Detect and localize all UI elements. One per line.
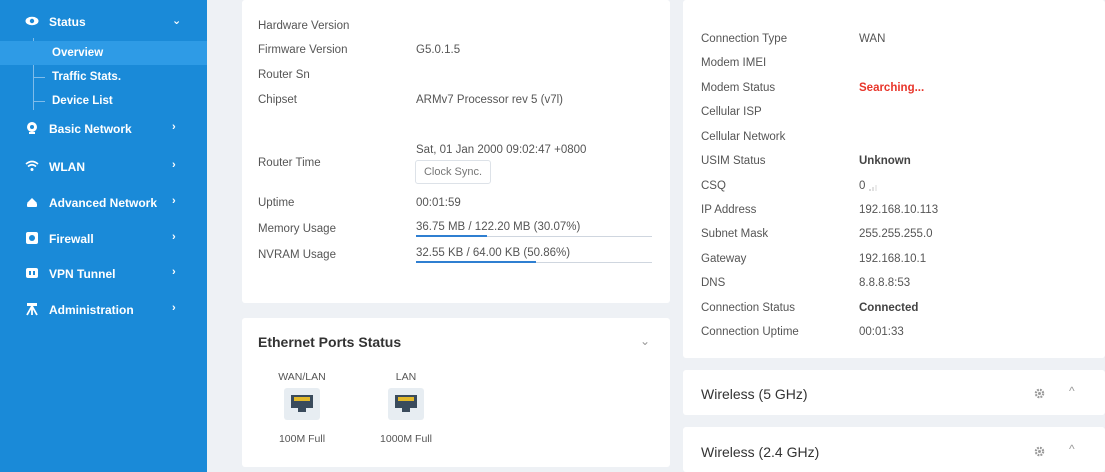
shield-icon bbox=[26, 232, 38, 244]
port-name: WAN/LAN bbox=[278, 371, 326, 383]
nav-item-administration[interactable]: Administration › bbox=[0, 298, 207, 322]
chevron-up-icon[interactable]: ^ bbox=[1069, 384, 1075, 398]
chevron-right-icon: › bbox=[172, 195, 176, 207]
subnet-mask-label: Subnet Mask bbox=[701, 228, 769, 240]
nav-item-label: Advanced Network bbox=[49, 196, 158, 210]
chevron-down-icon: ⌄ bbox=[172, 15, 182, 27]
chevron-right-icon: › bbox=[172, 121, 176, 133]
sub-item-label: Traffic Stats. bbox=[52, 71, 122, 83]
ethernet-ports-title: Ethernet Ports Status bbox=[258, 334, 402, 350]
wifi-icon bbox=[25, 160, 39, 171]
wireless-5ghz-title: Wireless (5 GHz) bbox=[701, 386, 808, 402]
nav-item-label: Status bbox=[49, 15, 86, 29]
signal-icon bbox=[869, 185, 877, 191]
nav-item-label: Firewall bbox=[49, 232, 94, 246]
modem-status-value: Searching... bbox=[859, 82, 925, 94]
gear-icon[interactable] bbox=[1034, 446, 1045, 457]
dns-value: 8.8.8.8:53 bbox=[859, 277, 911, 289]
nav-item-firewall[interactable]: Firewall › bbox=[0, 227, 207, 251]
nav-item-advanced-network[interactable]: Advanced Network › bbox=[0, 191, 207, 215]
uptime-value: 00:01:59 bbox=[416, 197, 461, 209]
modem-status-card: Connection Type WAN Modem IMEI Modem Sta… bbox=[683, 0, 1105, 358]
nvram-usage-fill bbox=[416, 261, 537, 263]
wireless-24ghz-title: Wireless (2.4 GHz) bbox=[701, 444, 820, 460]
port-speed: 100M Full bbox=[278, 433, 326, 445]
hardware-version-label: Hardware Version bbox=[258, 20, 350, 32]
cellular-network-label: Cellular Network bbox=[701, 131, 786, 143]
csq-value: 0 bbox=[859, 180, 866, 192]
memory-usage-value: 36.75 MB / 122.20 MB (30.07%) bbox=[416, 221, 581, 233]
nav-item-label: Administration bbox=[49, 303, 134, 317]
sub-item-label: Overview bbox=[52, 47, 104, 59]
nav-item-label: VPN Tunnel bbox=[49, 267, 116, 281]
modem-status-label: Modem Status bbox=[701, 82, 776, 94]
memory-usage-fill bbox=[416, 235, 487, 237]
subnet-mask-value: 255.255.255.0 bbox=[859, 228, 933, 240]
nvram-usage-value: 32.55 KB / 64.00 KB (50.86%) bbox=[416, 247, 571, 259]
connection-uptime-value: 00:01:33 bbox=[859, 326, 904, 338]
chevron-right-icon: › bbox=[172, 159, 176, 171]
ethernet-port-icon bbox=[284, 388, 320, 420]
globe-icon bbox=[27, 122, 37, 134]
nav-item-basic-network[interactable]: Basic Network › bbox=[0, 117, 207, 141]
gear-icon[interactable] bbox=[1034, 388, 1045, 399]
uptime-label: Uptime bbox=[258, 197, 295, 209]
usim-status-label: USIM Status bbox=[701, 155, 766, 167]
dns-label: DNS bbox=[701, 277, 726, 289]
nav-item-wlan[interactable]: WLAN › bbox=[0, 155, 207, 179]
csq-label: CSQ bbox=[701, 180, 726, 192]
connection-status-label: Connection Status bbox=[701, 302, 795, 314]
firmware-version-label: Firmware Version bbox=[258, 44, 348, 56]
memory-usage-label: Memory Usage bbox=[258, 223, 336, 235]
chevron-right-icon: › bbox=[172, 302, 176, 314]
connection-type-label: Connection Type bbox=[701, 33, 788, 45]
sidebar: Status ⌄ Overview Traffic Stats. Device … bbox=[0, 0, 207, 472]
usim-status-value: Unknown bbox=[859, 155, 911, 167]
connection-status-value: Connected bbox=[859, 302, 919, 314]
clock-sync-button[interactable]: Clock Sync. bbox=[415, 160, 491, 184]
nav-item-status[interactable]: Status ⌄ bbox=[0, 10, 207, 34]
chipset-value: ARMv7 Processor rev 5 (v7l) bbox=[416, 94, 563, 106]
port-speed: 1000M Full bbox=[380, 433, 432, 445]
nav-item-label: Basic Network bbox=[49, 122, 132, 136]
eye-icon bbox=[25, 16, 39, 26]
sub-item-device-list[interactable]: Device List bbox=[0, 89, 207, 113]
chevron-down-icon[interactable]: ⌄ bbox=[640, 334, 650, 348]
ip-address-label: IP Address bbox=[701, 204, 757, 216]
chevron-up-icon[interactable]: ^ bbox=[1069, 442, 1075, 456]
nvram-usage-label: NVRAM Usage bbox=[258, 249, 336, 261]
ip-address-value: 192.168.10.113 bbox=[859, 204, 939, 216]
cellular-isp-label: Cellular ISP bbox=[701, 106, 762, 118]
chipset-label: Chipset bbox=[258, 94, 297, 106]
chevron-right-icon: › bbox=[172, 231, 176, 243]
system-info-card: Hardware Version Firmware Version G5.0.1… bbox=[242, 0, 670, 303]
wireless-5ghz-card: Wireless (5 GHz) ^ bbox=[683, 370, 1105, 415]
port-name: LAN bbox=[395, 371, 417, 383]
vpn-icon bbox=[26, 268, 38, 278]
connection-type-value: WAN bbox=[859, 33, 886, 45]
cloud-icon bbox=[27, 198, 37, 207]
sub-item-traffic-stats[interactable]: Traffic Stats. bbox=[0, 65, 207, 89]
router-time-value: Sat, 01 Jan 2000 09:02:47 +0800 bbox=[416, 144, 587, 156]
connection-uptime-label: Connection Uptime bbox=[701, 326, 799, 338]
chevron-right-icon: › bbox=[172, 266, 176, 278]
ethernet-port-icon bbox=[388, 388, 424, 420]
gateway-value: 192.168.10.1 bbox=[859, 253, 927, 265]
wireless-24ghz-card: Wireless (2.4 GHz) ^ bbox=[683, 427, 1105, 472]
modem-imei-label: Modem IMEI bbox=[701, 57, 767, 69]
gateway-label: Gateway bbox=[701, 253, 747, 265]
sub-item-overview[interactable]: Overview bbox=[0, 41, 207, 65]
nav-item-label: WLAN bbox=[49, 160, 85, 174]
sub-item-label: Device List bbox=[52, 95, 113, 107]
memory-usage-bar bbox=[416, 235, 652, 237]
ethernet-ports-card: Ethernet Ports Status ⌄ WAN/LAN 100M Ful… bbox=[242, 318, 670, 467]
admin-icon bbox=[26, 303, 38, 316]
router-sn-label: Router Sn bbox=[258, 69, 310, 81]
nvram-usage-bar bbox=[416, 261, 652, 263]
nav-item-vpn-tunnel[interactable]: VPN Tunnel › bbox=[0, 262, 207, 286]
firmware-version-value: G5.0.1.5 bbox=[416, 44, 461, 56]
router-time-label: Router Time bbox=[258, 157, 321, 169]
